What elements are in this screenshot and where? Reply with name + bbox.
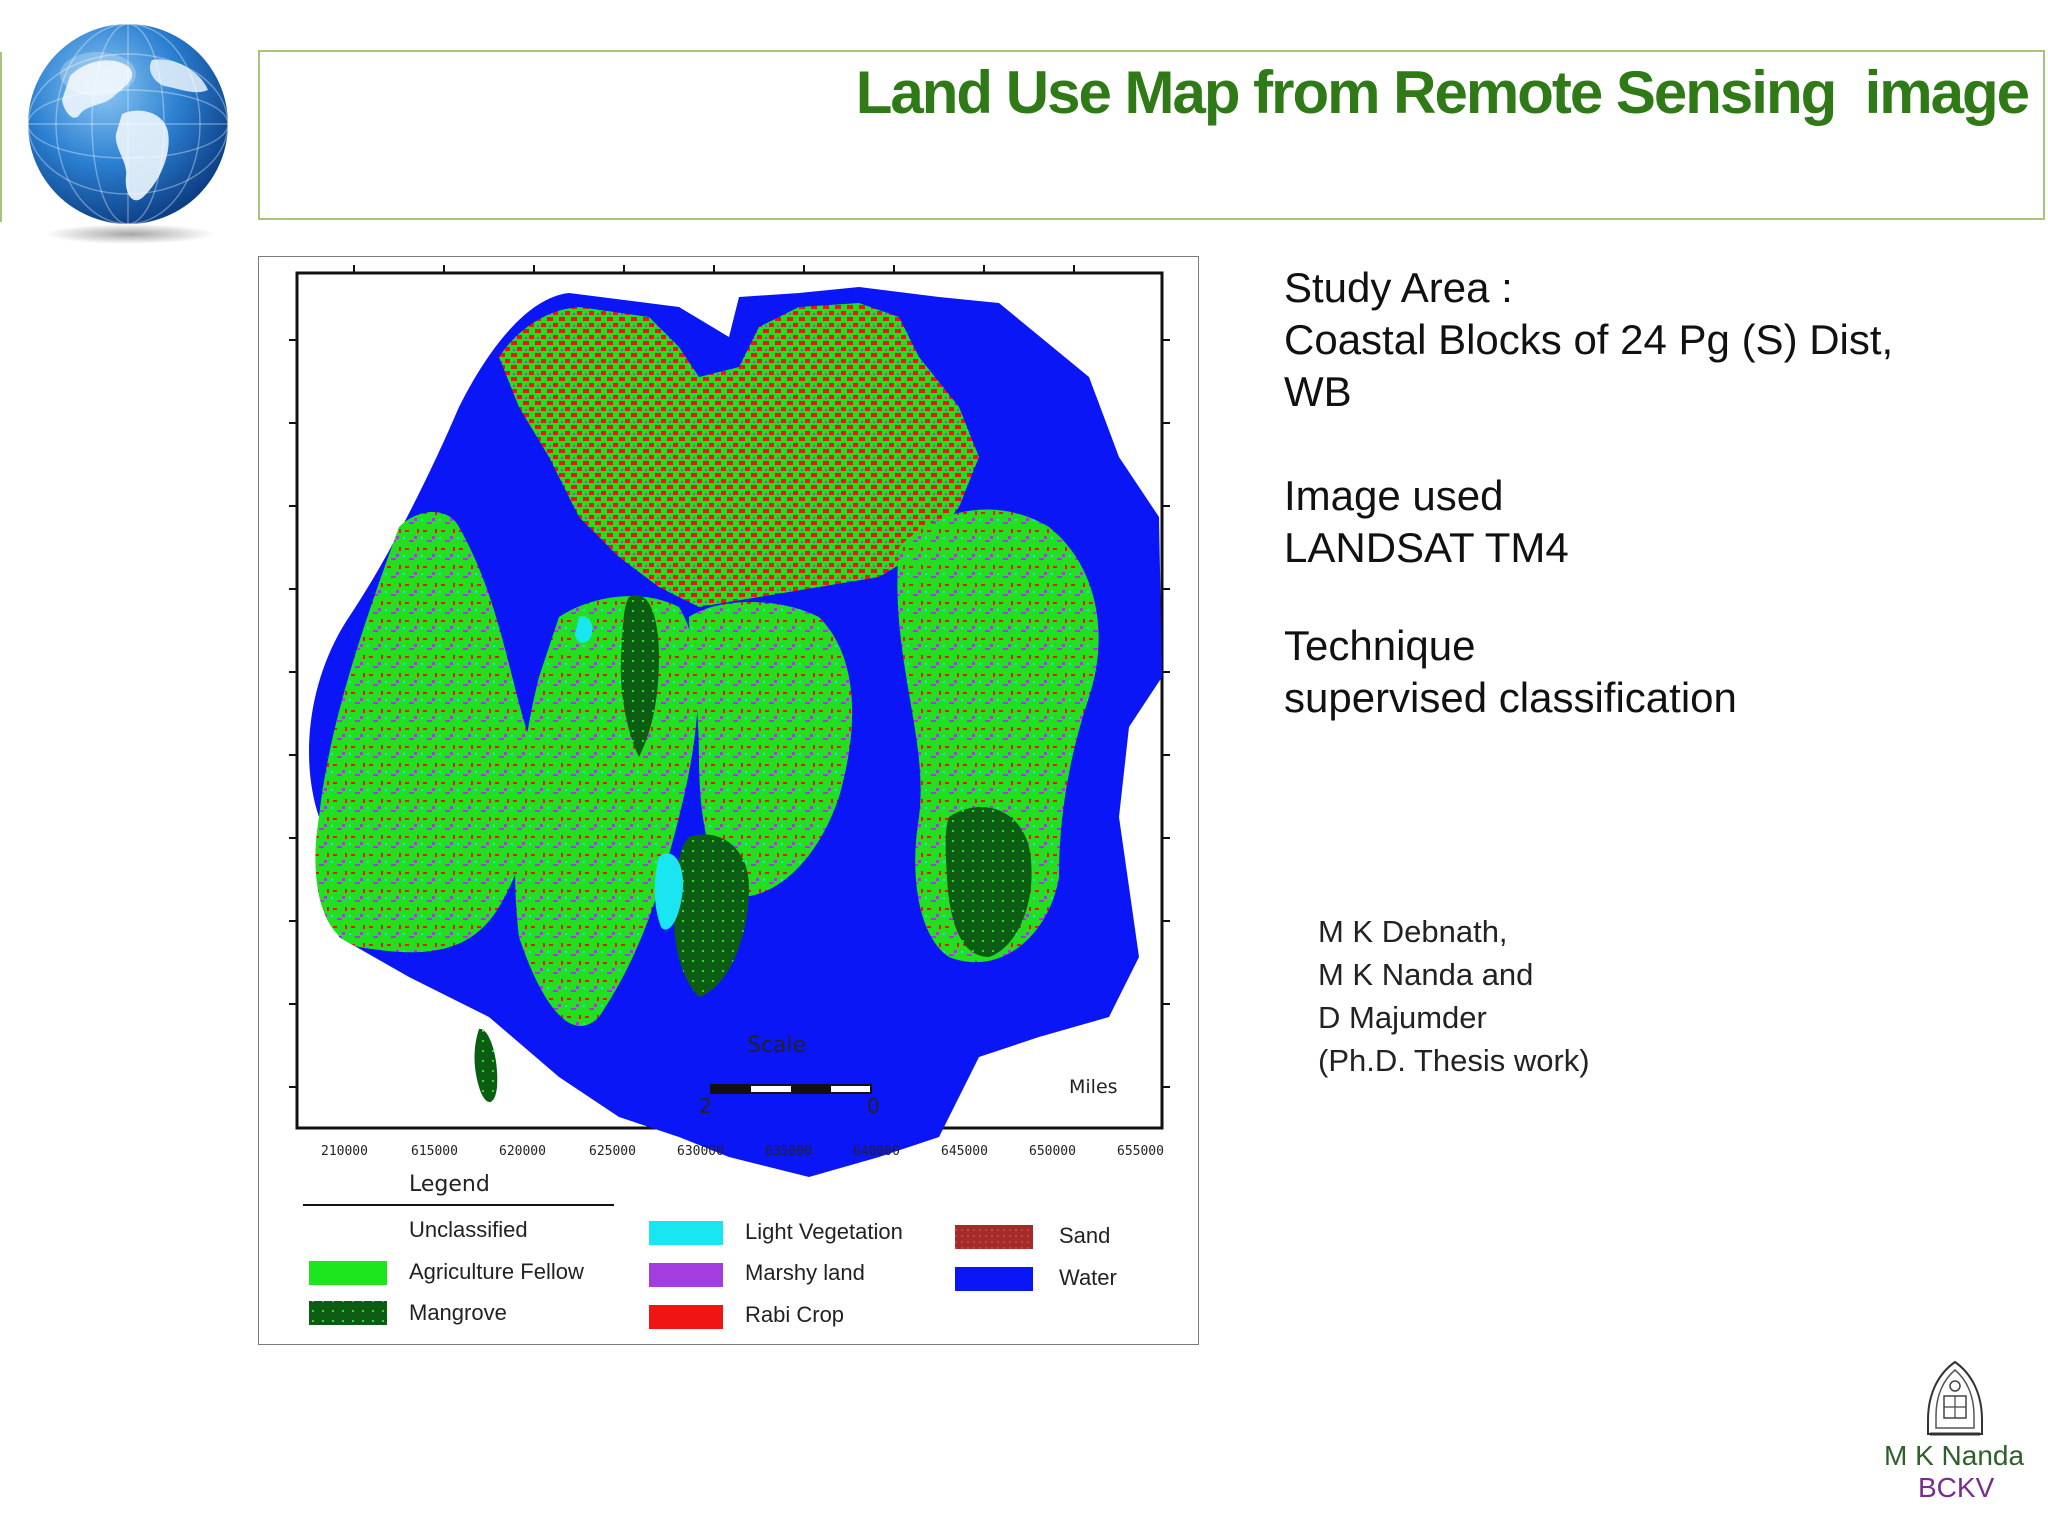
technique-value: supervised classification xyxy=(1284,674,1737,721)
study-area-line1: Coastal Blocks of 24 Pg (S) Dist, xyxy=(1284,316,1894,363)
legend-swatch-rabi-crop xyxy=(649,1305,723,1329)
legend-swatch-agriculture xyxy=(309,1261,387,1285)
scale-units-label: Miles xyxy=(1069,1076,1118,1098)
legend-label-rabi-crop: Rabi Crop xyxy=(745,1302,844,1327)
university-emblem-icon xyxy=(1927,1360,1983,1436)
image-value: LANDSAT TM4 xyxy=(1284,524,1569,571)
legend-label-unclassified: Unclassified xyxy=(409,1217,528,1242)
credit-line: (Ph.D. Thesis work) xyxy=(1318,1043,1590,1078)
legend-label-marshy-land: Marshy land xyxy=(745,1260,865,1285)
scale-left-label: 2 xyxy=(699,1094,712,1118)
x-tick-label: 630000 xyxy=(677,1144,724,1159)
map-legend: Legend Unclassified Agriculture Fellow M… xyxy=(303,1172,1117,1329)
study-area-line2: WB xyxy=(1284,368,1352,415)
x-tick-label: 620000 xyxy=(499,1144,546,1159)
land-use-map: Scale 2 0 Miles 210000 615000 620000 625… xyxy=(289,265,1170,1329)
page-title: Land Use Map from Remote Sensing image xyxy=(855,59,2030,126)
scale-title: Scale xyxy=(747,1033,806,1058)
scale-right-label: 0 xyxy=(867,1094,880,1118)
legend-swatch-sand xyxy=(955,1225,1033,1249)
credit-line: M K Debnath, xyxy=(1318,914,1508,949)
x-tick-label: 615000 xyxy=(411,1144,458,1159)
credit-line: D Majumder xyxy=(1318,1000,1487,1035)
legend-label-water: Water xyxy=(1059,1265,1117,1290)
left-frame-rule xyxy=(0,52,2,222)
footer-author: M K Nanda xyxy=(1884,1440,2025,1471)
x-tick-label: 635000 xyxy=(765,1144,812,1159)
land-use-map-figure: Scale 2 0 Miles 210000 615000 620000 625… xyxy=(258,256,1199,1345)
x-tick-label: 210000 xyxy=(321,1144,368,1159)
x-tick-label: 645000 xyxy=(941,1144,988,1159)
x-tick-label: 640000 xyxy=(853,1144,900,1159)
image-label: Image used xyxy=(1284,472,1504,519)
x-tick-label: 655000 xyxy=(1117,1144,1164,1159)
legend-swatch-water xyxy=(955,1267,1033,1291)
x-tick-label: 650000 xyxy=(1029,1144,1076,1159)
legend-swatch-marshy-land xyxy=(649,1263,723,1287)
legend-swatch-mangrove xyxy=(309,1301,387,1325)
legend-swatch-light-vegetation xyxy=(649,1221,723,1245)
legend-label-light-vegetation: Light Vegetation xyxy=(745,1219,903,1244)
legend-label-sand: Sand xyxy=(1059,1223,1110,1248)
legend-label-agriculture: Agriculture Fellow xyxy=(409,1259,584,1284)
study-info: Study Area : Coastal Blocks of 24 Pg (S)… xyxy=(1284,262,1893,724)
author-credits: M K Debnath, M K Nanda and D Majumder (P… xyxy=(1318,910,1590,1082)
footer-org: BCKV xyxy=(1918,1472,1995,1503)
study-area-label: Study Area : xyxy=(1284,264,1513,311)
technique-label: Technique xyxy=(1284,622,1476,669)
x-tick-label: 625000 xyxy=(589,1144,636,1159)
legend-label-mangrove: Mangrove xyxy=(409,1300,507,1325)
globe-icon xyxy=(27,23,229,244)
legend-title: Legend xyxy=(409,1172,490,1197)
credit-line: M K Nanda and xyxy=(1318,957,1534,992)
